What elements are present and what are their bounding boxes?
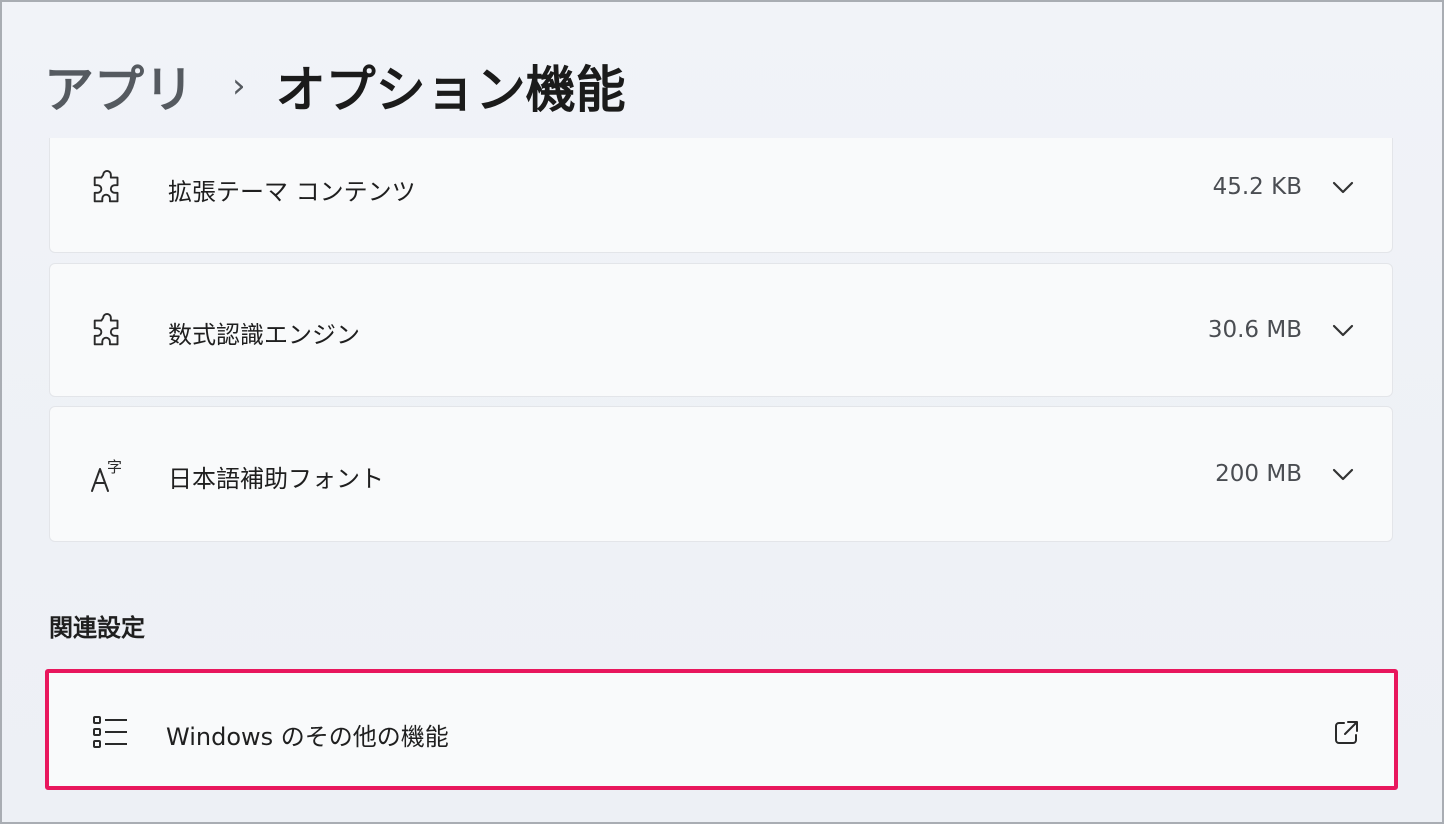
feature-item-theme-contents[interactable]: 拡張テーマ コンテンツ 45.2 KB — [49, 138, 1393, 253]
chevron-down-icon[interactable] — [1330, 462, 1356, 488]
svg-text:字: 字 — [107, 458, 122, 476]
link-label: Windows のその他の機能 — [166, 723, 449, 751]
settings-window: アプリ › オプション機能 拡張テーマ コンテンツ 45.2 KB 数式認識エン… — [0, 0, 1444, 824]
breadcrumb: アプリ › オプション機能 — [44, 46, 626, 126]
puzzle-icon — [88, 168, 128, 208]
feature-item-japanese-fonts[interactable]: 字 日本語補助フォント 200 MB — [49, 406, 1393, 542]
feature-label: 拡張テーマ コンテンツ — [168, 178, 416, 206]
more-windows-features-link[interactable]: Windows のその他の機能 — [45, 669, 1398, 790]
chevron-down-icon[interactable] — [1330, 318, 1356, 344]
breadcrumb-separator: › — [232, 66, 246, 106]
feature-size: 30.6 MB — [1207, 317, 1302, 343]
feature-size: 200 MB — [1215, 461, 1302, 487]
list-icon — [91, 713, 129, 751]
open-external-icon — [1332, 719, 1360, 747]
feature-label: 数式認識エンジン — [168, 321, 360, 349]
breadcrumb-apps[interactable]: アプリ — [44, 50, 194, 122]
puzzle-icon — [88, 311, 128, 351]
page-title: オプション機能 — [275, 61, 626, 119]
feature-item-math-recognizer[interactable]: 数式認識エンジン 30.6 MB — [49, 263, 1393, 397]
related-settings-heading: 関連設定 — [49, 614, 145, 642]
feature-label: 日本語補助フォント — [168, 465, 384, 493]
chevron-down-icon[interactable] — [1330, 175, 1356, 201]
font-character-icon: 字 — [88, 455, 128, 495]
feature-size: 45.2 KB — [1212, 174, 1302, 200]
